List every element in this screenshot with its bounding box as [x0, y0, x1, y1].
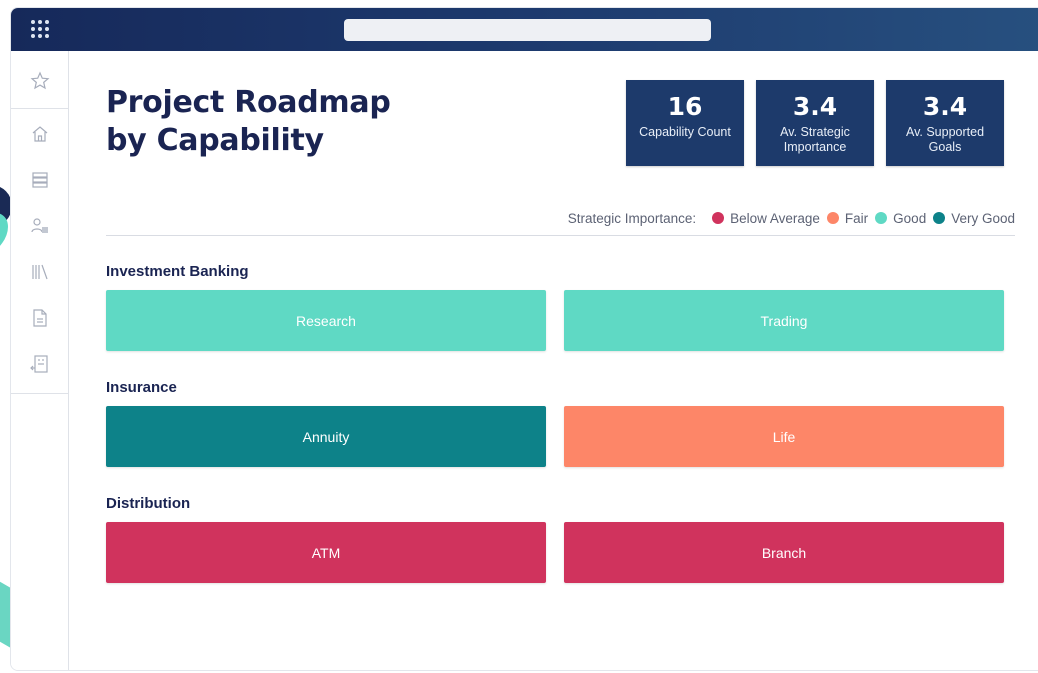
library-icon[interactable] — [29, 261, 51, 283]
legend-dot — [826, 212, 839, 224]
legend-item-good: Good — [875, 211, 926, 226]
stat-label: Av. Supported Goals — [905, 125, 985, 154]
group-title-distribution: Distribution — [106, 495, 191, 512]
stat-card-capability-count: 16 Capability Count — [626, 80, 744, 166]
group-title-investment-banking: Investment Banking — [106, 263, 249, 280]
stat-label: Av. Strategic Importance — [780, 125, 850, 154]
legend-label: Below Average — [730, 210, 820, 226]
home-icon[interactable] — [29, 123, 51, 145]
capability-branch[interactable]: Branch — [564, 522, 1004, 583]
background-shape-teal-lower — [0, 572, 10, 648]
stat-value: 16 — [667, 92, 703, 121]
top-bar — [11, 8, 1038, 51]
legend-item-fair: Fair — [826, 210, 869, 226]
database-icon[interactable] — [29, 169, 51, 191]
legend: Strategic Importance: Below Average Fair… — [568, 209, 1015, 227]
star-icon[interactable] — [29, 70, 51, 92]
group-title-insurance: Insurance — [106, 379, 177, 396]
legend-title: Strategic Importance: — [567, 210, 697, 226]
legend-label: Very Good — [951, 210, 1015, 226]
stat-card-supported-goals: 3.4 Av. Supported Goals — [886, 80, 1004, 166]
app-window: Project Roadmap by Capability 16 Capabil… — [10, 7, 1038, 671]
app-grid-icon[interactable] — [30, 19, 50, 39]
legend-dot — [875, 212, 888, 224]
page-title-line2: by Capability — [106, 123, 324, 158]
sidebar-divider — [11, 108, 69, 109]
sidebar — [11, 51, 69, 670]
capability-research[interactable]: Research — [106, 290, 546, 351]
legend-item-below-average: Below Average — [712, 211, 820, 226]
legend-dot — [712, 212, 725, 224]
legend-label: Fair — [844, 210, 869, 226]
stat-value: 3.4 — [922, 92, 968, 121]
sidebar-divider — [11, 393, 69, 394]
legend-divider — [106, 235, 1015, 236]
capability-annuity[interactable]: Annuity — [106, 406, 546, 467]
users-icon[interactable] — [29, 215, 51, 237]
capability-atm[interactable]: ATM — [106, 522, 546, 583]
legend-dot — [933, 212, 946, 224]
document-icon[interactable] — [29, 307, 51, 329]
page-title-line1: Project Roadmap — [106, 85, 391, 120]
legend-label: Good — [893, 210, 927, 226]
stat-card-strategic-importance: 3.4 Av. Strategic Importance — [756, 80, 874, 166]
report-icon[interactable] — [29, 353, 51, 375]
legend-item-very-good: Very Good — [933, 211, 1015, 226]
stat-label: Capability Count — [639, 125, 731, 139]
capability-life[interactable]: Life — [564, 406, 1004, 467]
main-content: Project Roadmap by Capability 16 Capabil… — [69, 51, 1038, 670]
address-bar[interactable] — [344, 19, 711, 41]
stat-value: 3.4 — [792, 92, 838, 121]
capability-trading[interactable]: Trading — [564, 290, 1004, 351]
page-title: Project Roadmap by Capability — [106, 84, 426, 160]
